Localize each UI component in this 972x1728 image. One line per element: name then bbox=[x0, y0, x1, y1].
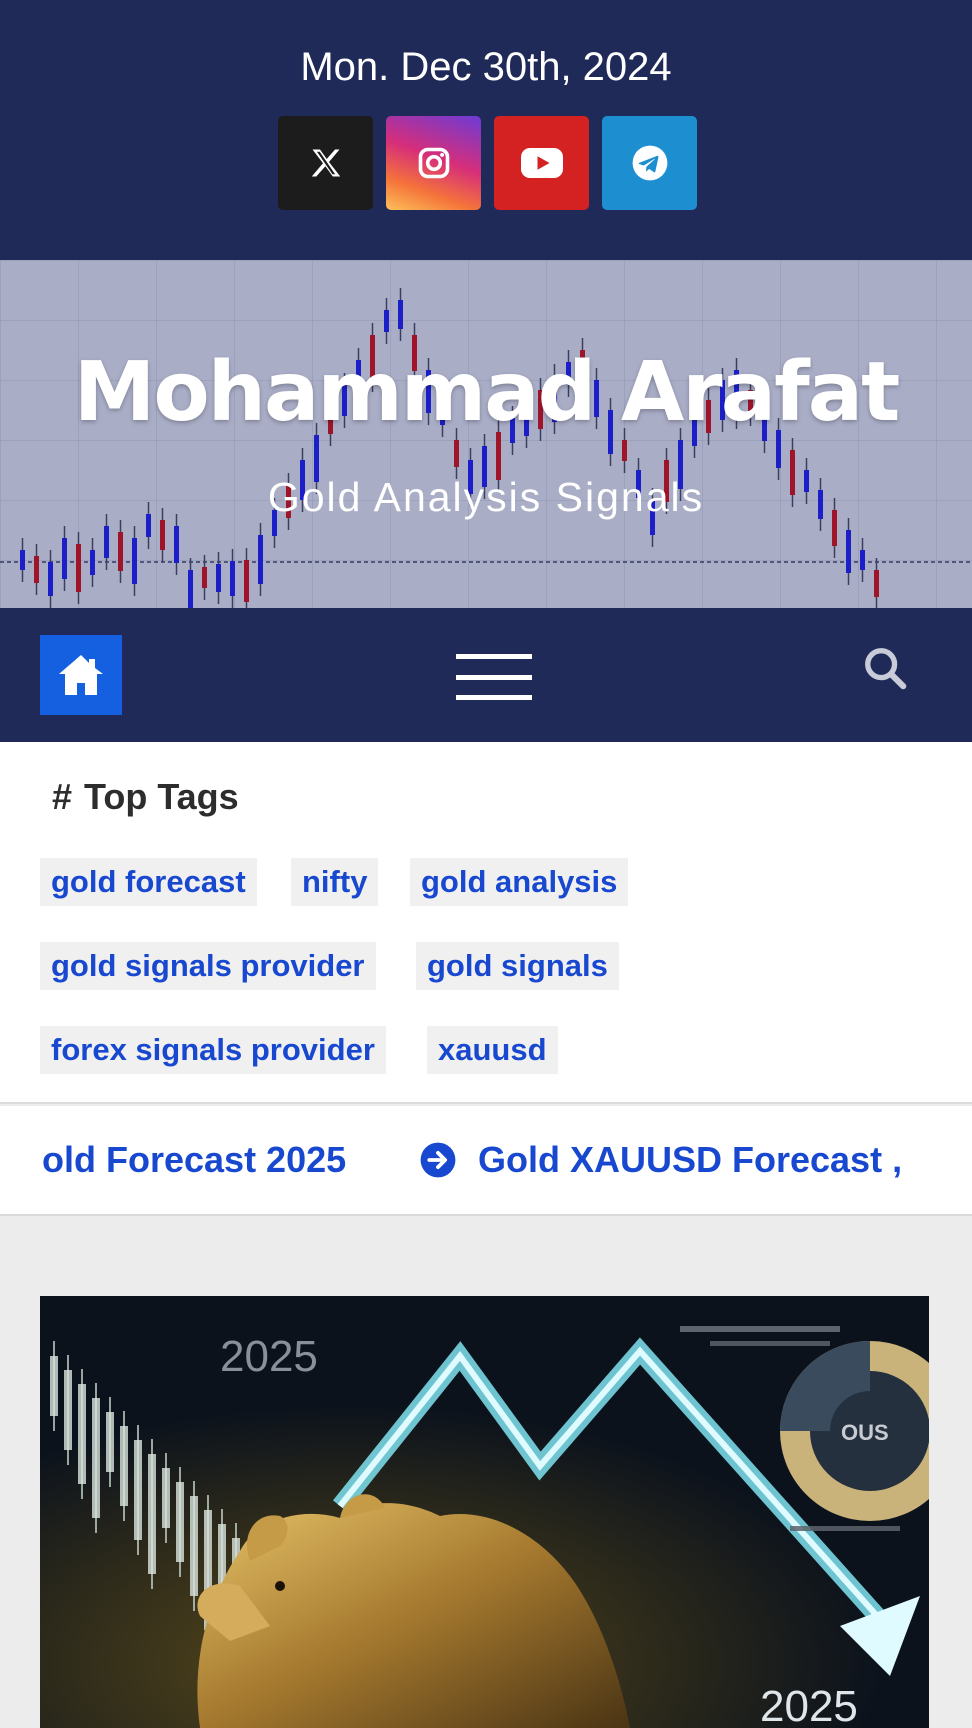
hamburger-line bbox=[456, 674, 532, 680]
main-navigation bbox=[0, 608, 972, 742]
menu-toggle-button[interactable] bbox=[456, 654, 532, 700]
top-tags-heading: # Top Tags bbox=[52, 776, 239, 818]
ticker-track: Gold Forecast 2025 Gold XAUUSD Forecast … bbox=[40, 1106, 922, 1214]
ticker-item[interactable]: Gold XAUUSD Forecast , bbox=[478, 1139, 902, 1181]
tag-link[interactable]: forex signals provider bbox=[40, 1026, 386, 1074]
hamburger-line bbox=[456, 654, 532, 659]
home-button[interactable] bbox=[40, 635, 122, 715]
image-bottom-year-text: 2025 bbox=[760, 1682, 858, 1728]
arrow-circle-right-icon bbox=[420, 1142, 456, 1178]
telegram-social-button[interactable] bbox=[602, 116, 697, 210]
search-button[interactable] bbox=[862, 645, 912, 695]
social-links bbox=[278, 116, 697, 210]
site-title[interactable]: Mohammad Arafat bbox=[0, 345, 972, 440]
tag-link[interactable]: gold signals provider bbox=[40, 942, 376, 990]
header-date: Mon. Dec 30th, 2024 bbox=[300, 45, 672, 89]
ticker-item[interactable]: Gold Forecast 2025 bbox=[40, 1139, 346, 1181]
top-tags-section: # Top Tags gold forecast nifty gold analy… bbox=[0, 742, 972, 1104]
instagram-social-button[interactable] bbox=[386, 116, 481, 210]
search-icon bbox=[865, 648, 907, 690]
x-social-button[interactable] bbox=[278, 116, 373, 210]
instagram-icon bbox=[418, 147, 449, 179]
tag-link[interactable]: nifty bbox=[291, 858, 379, 906]
telegram-icon bbox=[632, 145, 667, 181]
top-tags-title: Top Tags bbox=[84, 776, 239, 817]
top-bar: Mon. Dec 30th, 2024 bbox=[0, 0, 972, 260]
tag-link[interactable]: gold forecast bbox=[40, 858, 257, 906]
featured-post-image[interactable]: 2025 OUS 2025 bbox=[40, 1296, 929, 1728]
home-icon bbox=[59, 655, 103, 695]
youtube-icon bbox=[520, 148, 563, 178]
news-ticker: Gold Forecast 2025 Gold XAUUSD Forecast … bbox=[0, 1106, 972, 1216]
hash-icon: # bbox=[52, 776, 73, 817]
x-icon bbox=[311, 149, 340, 177]
image-gauge-text: OUS bbox=[841, 1420, 889, 1445]
bear-market-illustration: 2025 OUS 2025 bbox=[40, 1296, 929, 1728]
youtube-social-button[interactable] bbox=[494, 116, 589, 210]
tag-link[interactable]: gold signals bbox=[416, 942, 619, 990]
header-banner: Mohammad Arafat Gold Analysis Signals bbox=[0, 260, 972, 608]
hamburger-line bbox=[456, 695, 532, 700]
site-tagline: Gold Analysis Signals bbox=[267, 474, 705, 520]
tag-link[interactable]: gold analysis bbox=[410, 858, 629, 906]
tag-link[interactable]: xauusd bbox=[427, 1026, 558, 1074]
image-year-text: 2025 bbox=[220, 1332, 318, 1381]
